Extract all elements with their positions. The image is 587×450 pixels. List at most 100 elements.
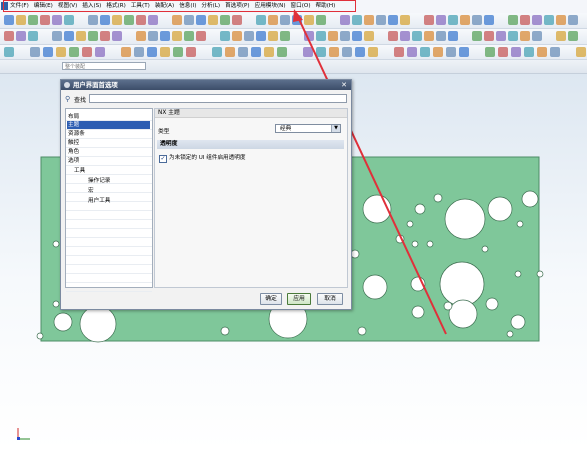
toolbar-tool-icon[interactable] <box>64 15 74 25</box>
toolbar-tool-icon[interactable] <box>136 15 146 25</box>
transparency-checkbox-row[interactable]: ✓ 为未锁定的 UI 组件启用透明度 <box>159 154 245 163</box>
toolbar-tool-icon[interactable] <box>304 15 314 25</box>
toolbar-tool-icon[interactable] <box>148 15 158 25</box>
toolbar-tool-icon[interactable] <box>520 15 530 25</box>
toolbar-tool-icon[interactable] <box>100 31 110 41</box>
toolbar-tool-icon[interactable] <box>134 47 144 57</box>
toolbar-tool-icon[interactable] <box>95 47 105 57</box>
toolbar-tool-icon[interactable] <box>496 31 506 41</box>
toolbar-tool-icon[interactable] <box>124 15 134 25</box>
toolbar-tool-icon[interactable] <box>56 47 66 57</box>
toolbar-tool-icon[interactable] <box>537 47 547 57</box>
tree-item[interactable]: 触控 <box>68 139 79 147</box>
toolbar-tool-icon[interactable] <box>88 31 98 41</box>
toolbar-tool-icon[interactable] <box>232 31 242 41</box>
toolbar-tool-icon[interactable] <box>568 15 578 25</box>
toolbar-tool-icon[interactable] <box>568 31 578 41</box>
toolbar-tool-icon[interactable] <box>394 47 404 57</box>
tree-item[interactable]: 布局 <box>68 113 79 121</box>
toolbar-tool-icon[interactable] <box>52 31 62 41</box>
toolbar-tool-icon[interactable] <box>147 47 157 57</box>
apply-button[interactable]: 应用 <box>287 293 311 305</box>
find-input[interactable] <box>89 94 347 103</box>
toolbar-tool-icon[interactable] <box>376 15 386 25</box>
toolbar-tool-icon[interactable] <box>412 31 422 41</box>
toolbar-tool-icon[interactable] <box>508 15 518 25</box>
toolbar-tool-icon[interactable] <box>511 47 521 57</box>
tree-item[interactable]: 操作记录 <box>88 177 110 185</box>
toolbar-tool-icon[interactable] <box>316 15 326 25</box>
toolbar-tool-icon[interactable] <box>364 31 374 41</box>
toolbar-tool-icon[interactable] <box>280 15 290 25</box>
toolbar-tool-icon[interactable] <box>256 15 266 25</box>
type-filter-select[interactable]: 整个装配 <box>62 62 146 70</box>
toolbar-tool-icon[interactable] <box>352 15 362 25</box>
toolbar-tool-icon[interactable] <box>420 47 430 57</box>
toolbar-tool-icon[interactable] <box>184 15 194 25</box>
toolbar-tool-icon[interactable] <box>196 31 206 41</box>
toolbar-tool-icon[interactable] <box>208 15 218 25</box>
toolbar-tool-icon[interactable] <box>280 31 290 41</box>
toolbar-tool-icon[interactable] <box>100 15 110 25</box>
toolbar-tool-icon[interactable] <box>88 15 98 25</box>
toolbar-tool-icon[interactable] <box>316 47 326 57</box>
toolbar-tool-icon[interactable] <box>472 31 482 41</box>
toolbar-tool-icon[interactable] <box>232 15 242 25</box>
toolbar-tool-icon[interactable] <box>172 15 182 25</box>
toolbar-tool-icon[interactable] <box>69 47 79 57</box>
toolbar-tool-icon[interactable] <box>340 31 350 41</box>
toolbar-tool-icon[interactable] <box>43 47 53 57</box>
toolbar-tool-icon[interactable] <box>342 47 352 57</box>
toolbar-tool-icon[interactable] <box>424 15 434 25</box>
toolbar-tool-icon[interactable] <box>532 15 542 25</box>
toolbar-tool-icon[interactable] <box>433 47 443 57</box>
toolbar-tool-icon[interactable] <box>388 15 398 25</box>
toolbar-tool-icon[interactable] <box>28 31 38 41</box>
toolbar-tool-icon[interactable] <box>368 47 378 57</box>
toolbar-tool-icon[interactable] <box>340 15 350 25</box>
toolbar-tool-icon[interactable] <box>121 47 131 57</box>
toolbar-tool-icon[interactable] <box>16 15 26 25</box>
toolbar-tool-icon[interactable] <box>576 47 586 57</box>
toolbar-tool-icon[interactable] <box>364 15 374 25</box>
toolbar-tool-icon[interactable] <box>76 31 86 41</box>
type-select[interactable]: 经典 ▼ <box>275 124 341 133</box>
toolbar-tool-icon[interactable] <box>268 31 278 41</box>
toolbar-tool-icon[interactable] <box>550 47 560 57</box>
toolbar-tool-icon[interactable] <box>472 15 482 25</box>
toolbar-tool-icon[interactable] <box>212 47 222 57</box>
toolbar-tool-icon[interactable] <box>448 31 458 41</box>
toolbar-tool-icon[interactable] <box>264 47 274 57</box>
toolbar-tool-icon[interactable] <box>172 31 182 41</box>
toolbar-tool-icon[interactable] <box>268 15 278 25</box>
tree-item[interactable]: 宏 <box>88 187 94 195</box>
toolbar-tool-icon[interactable] <box>160 47 170 57</box>
toolbar-tool-icon[interactable] <box>328 31 338 41</box>
toolbar-tool-icon[interactable] <box>4 15 14 25</box>
toolbar-tool-icon[interactable] <box>277 47 287 57</box>
toolbar-tool-icon[interactable] <box>329 47 339 57</box>
toolbar-tool-icon[interactable] <box>484 15 494 25</box>
toolbar-tool-icon[interactable] <box>184 31 194 41</box>
toolbar-tool-icon[interactable] <box>436 31 446 41</box>
toolbar-tool-icon[interactable] <box>400 15 410 25</box>
toolbar-tool-icon[interactable] <box>186 47 196 57</box>
toolbar-tool-icon[interactable] <box>173 47 183 57</box>
toolbar-tool-icon[interactable] <box>448 15 458 25</box>
ok-button[interactable]: 确定 <box>260 293 282 305</box>
tree-item[interactable]: 选项 <box>68 157 79 165</box>
tree-item[interactable]: 资源条 <box>68 130 85 138</box>
toolbar-tool-icon[interactable] <box>28 15 38 25</box>
toolbar-tool-icon[interactable] <box>388 31 398 41</box>
toolbar-tool-icon[interactable] <box>220 31 230 41</box>
toolbar-tool-icon[interactable] <box>352 31 362 41</box>
tree-item[interactable]: 用户工具 <box>88 197 110 205</box>
toolbar-tool-icon[interactable] <box>556 31 566 41</box>
toolbar-tool-icon[interactable] <box>225 47 235 57</box>
toolbar-tool-icon[interactable] <box>251 47 261 57</box>
toolbar-tool-icon[interactable] <box>136 31 146 41</box>
toolbar-tool-icon[interactable] <box>160 31 170 41</box>
toolbar-tool-icon[interactable] <box>424 31 434 41</box>
dialog-title-bar[interactable]: 用户界面首选项 ✕ <box>61 80 351 90</box>
toolbar-tool-icon[interactable] <box>498 47 508 57</box>
